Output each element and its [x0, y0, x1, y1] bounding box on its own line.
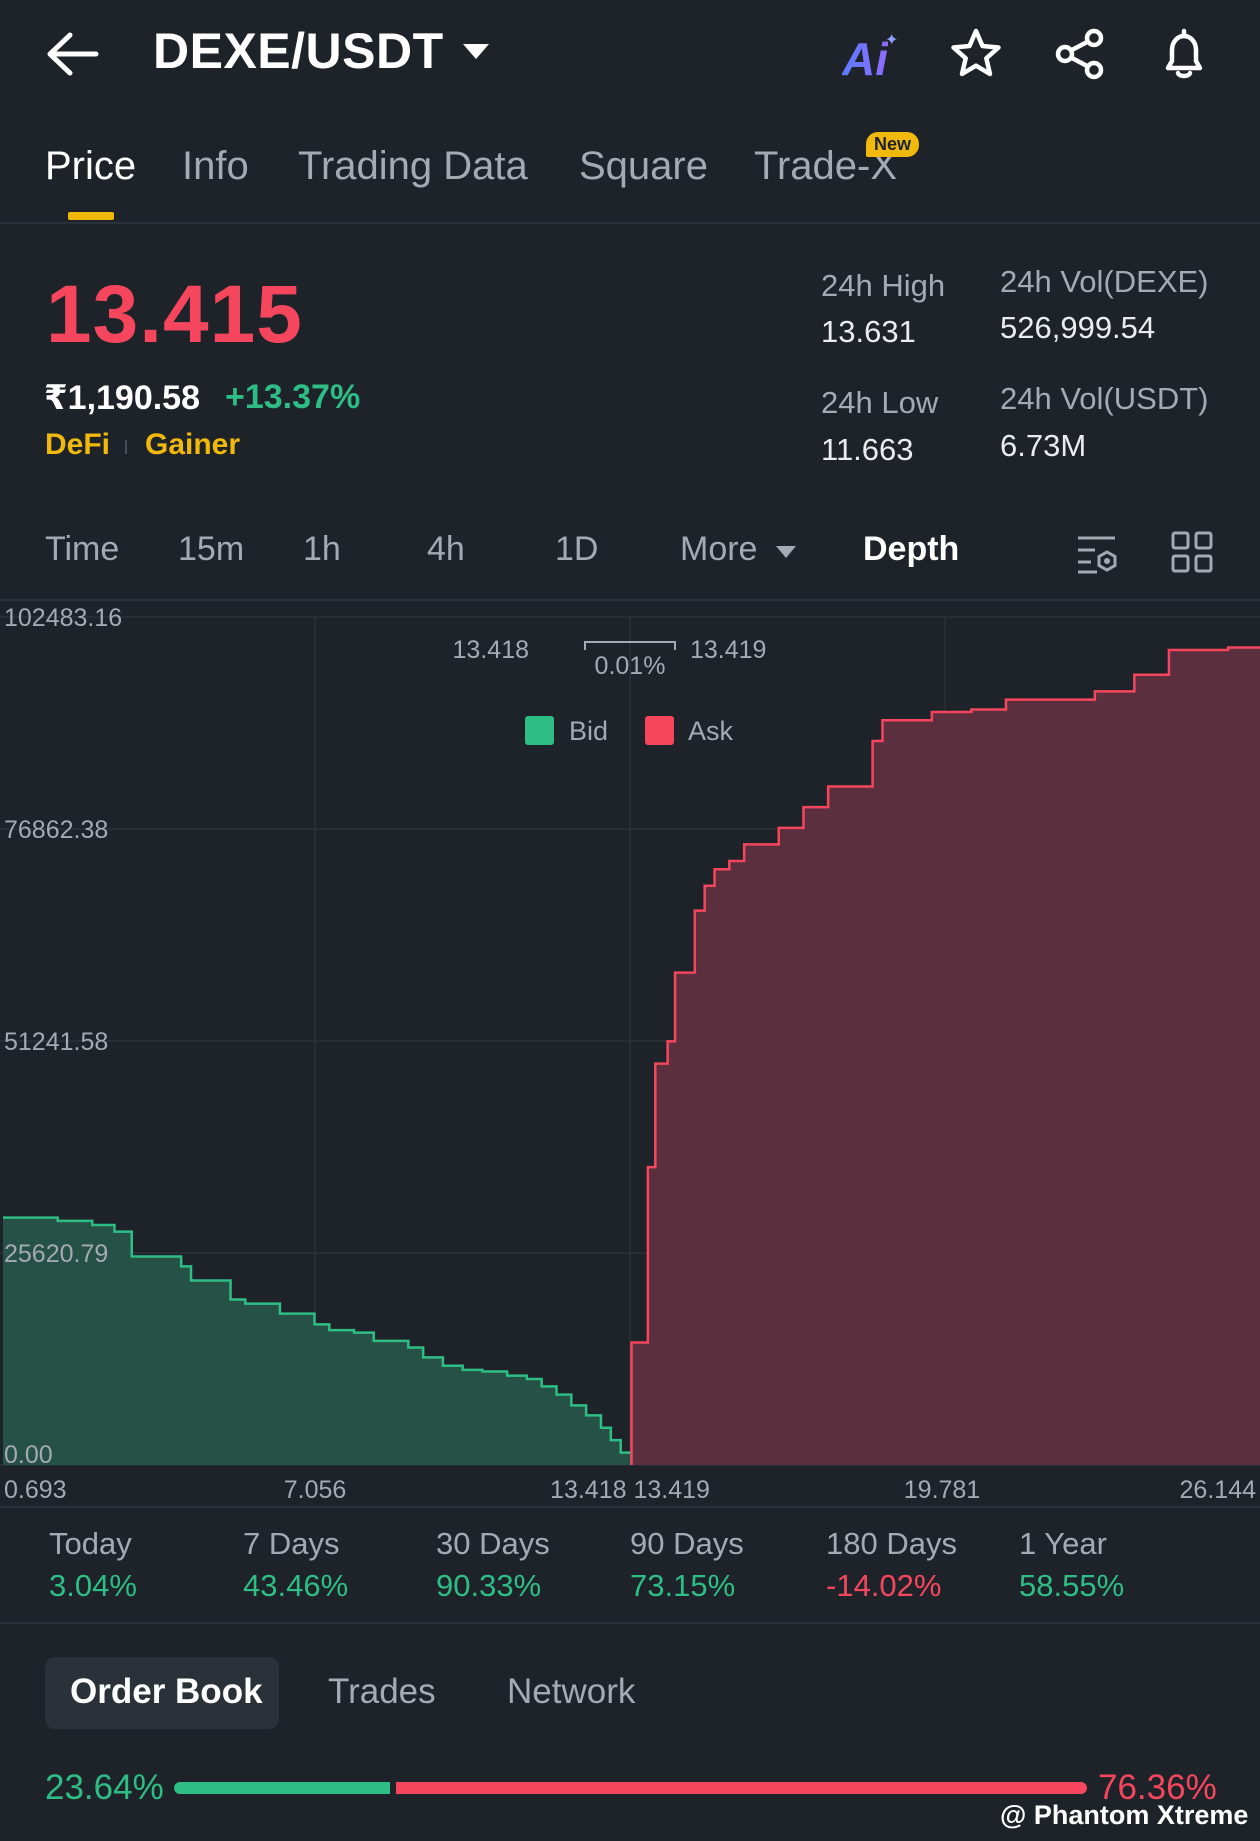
tab-order-book[interactable]: Order Book: [70, 1672, 263, 1712]
y-tick-label: 102483.16: [4, 604, 122, 632]
interval-4h[interactable]: 4h: [427, 530, 465, 569]
bid-ratio: 23.64%: [45, 1768, 164, 1807]
vol-base-label: 24h Vol(DEXE): [1000, 264, 1209, 299]
star-icon[interactable]: [948, 26, 1004, 82]
chart-settings-icon[interactable]: [1075, 530, 1121, 576]
interval-1h[interactable]: 1h: [303, 530, 341, 569]
perf-label: 1 Year: [1019, 1526, 1107, 1561]
perf-label: 7 Days: [243, 1526, 340, 1561]
bid-ratio-bar: [174, 1782, 390, 1794]
y-tick-label: 25620.79: [4, 1240, 108, 1268]
spread-percent: 0.01%: [595, 652, 666, 680]
tab-price[interactable]: Price: [45, 144, 136, 189]
interval-more[interactable]: More: [680, 530, 757, 569]
sparkle-icon: ✦: [885, 32, 899, 49]
ask-area: [631, 647, 1260, 1465]
tag-defi[interactable]: DeFi: [45, 428, 110, 462]
interval-15m[interactable]: 15m: [178, 530, 244, 569]
perf-value: 73.15%: [630, 1568, 736, 1603]
x-tick-label: 13.418 13.419: [550, 1476, 710, 1504]
pair-selector[interactable]: DEXE/USDT: [153, 22, 444, 80]
spread-bid-price: 13.418: [453, 636, 529, 664]
legend-bid-label: Bid: [569, 716, 608, 746]
perf-label: 30 Days: [436, 1526, 550, 1561]
grid-layout-icon[interactable]: [1170, 530, 1214, 574]
main-tabs: Price Info Trading Data Square Trade-X: [0, 130, 1260, 224]
watermark: @ Phantom Xtreme: [1000, 1800, 1249, 1830]
y-tick-label: 76862.38: [4, 816, 108, 844]
low-value: 11.663: [821, 432, 914, 467]
tab-info[interactable]: Info: [182, 144, 249, 189]
share-icon[interactable]: [1052, 26, 1108, 82]
spread-indicator: 13.418 0.01% 13.419: [453, 636, 767, 680]
tab-trades[interactable]: Trades: [328, 1672, 436, 1712]
perf-bottom-divider: [0, 1622, 1260, 1624]
perf-top-divider: [0, 1506, 1260, 1508]
ask-ratio-bar: [396, 1782, 1087, 1794]
x-tick-label: 26.144: [1180, 1476, 1257, 1504]
back-button[interactable]: [44, 28, 104, 80]
high-label: 24h High: [821, 268, 946, 303]
last-price: 13.415: [46, 269, 303, 360]
bell-icon[interactable]: [1156, 26, 1212, 82]
chevron-down-icon[interactable]: [463, 44, 489, 59]
tab-trading-data[interactable]: Trading Data: [298, 144, 528, 189]
tab-network[interactable]: Network: [507, 1672, 635, 1712]
interval-time[interactable]: Time: [45, 530, 119, 569]
new-badge: New: [866, 132, 920, 157]
perf-label: 90 Days: [630, 1526, 744, 1561]
perf-value: -14.02%: [826, 1568, 942, 1603]
price-change-percent: +13.37%: [225, 378, 361, 416]
fiat-price: ₹1,190.58: [44, 379, 201, 417]
x-tick-label: 7.056: [284, 1476, 347, 1504]
spread-ask-price: 13.419: [690, 636, 766, 664]
depth-chart[interactable]: 102483.16 76862.38 51241.58 25620.79 0.00 0.…: [0, 600, 1260, 1508]
vol-quote-value: 6.73M: [1000, 428, 1087, 463]
vol-quote-label: 24h Vol(USDT): [1000, 381, 1209, 416]
interval-1d[interactable]: 1D: [555, 530, 598, 569]
legend-ask-label: Ask: [688, 716, 734, 746]
top-bar: DEXE/USDT Ai ✦: [0, 0, 1260, 110]
perf-label: 180 Days: [826, 1526, 957, 1561]
active-tab-indicator: [68, 212, 114, 220]
low-label: 24h Low: [821, 385, 939, 420]
x-tick-label: 0.693: [4, 1476, 67, 1504]
perf-value: 3.04%: [49, 1568, 137, 1603]
tag-gainer[interactable]: Gainer: [145, 428, 240, 462]
perf-value: 58.55%: [1019, 1568, 1125, 1603]
back-arrow-icon: [47, 32, 99, 76]
high-value: 13.631: [821, 314, 916, 349]
x-tick-label: 19.781: [904, 1476, 980, 1504]
perf-value: 90.33%: [436, 1568, 542, 1603]
vol-base-value: 526,999.54: [1000, 310, 1156, 345]
perf-label: Today: [49, 1526, 132, 1561]
legend-ask-swatch: [645, 716, 674, 745]
ai-icon[interactable]: Ai: [842, 32, 888, 86]
y-tick-label: 0.00: [4, 1441, 53, 1469]
legend-bid-swatch: [525, 716, 554, 745]
perf-value: 43.46%: [243, 1568, 349, 1603]
tab-square[interactable]: Square: [579, 144, 708, 189]
y-tick-label: 51241.58: [4, 1028, 108, 1056]
interval-depth[interactable]: Depth: [863, 530, 959, 569]
more-caret-icon[interactable]: [776, 546, 796, 558]
tag-separator: [125, 440, 127, 454]
